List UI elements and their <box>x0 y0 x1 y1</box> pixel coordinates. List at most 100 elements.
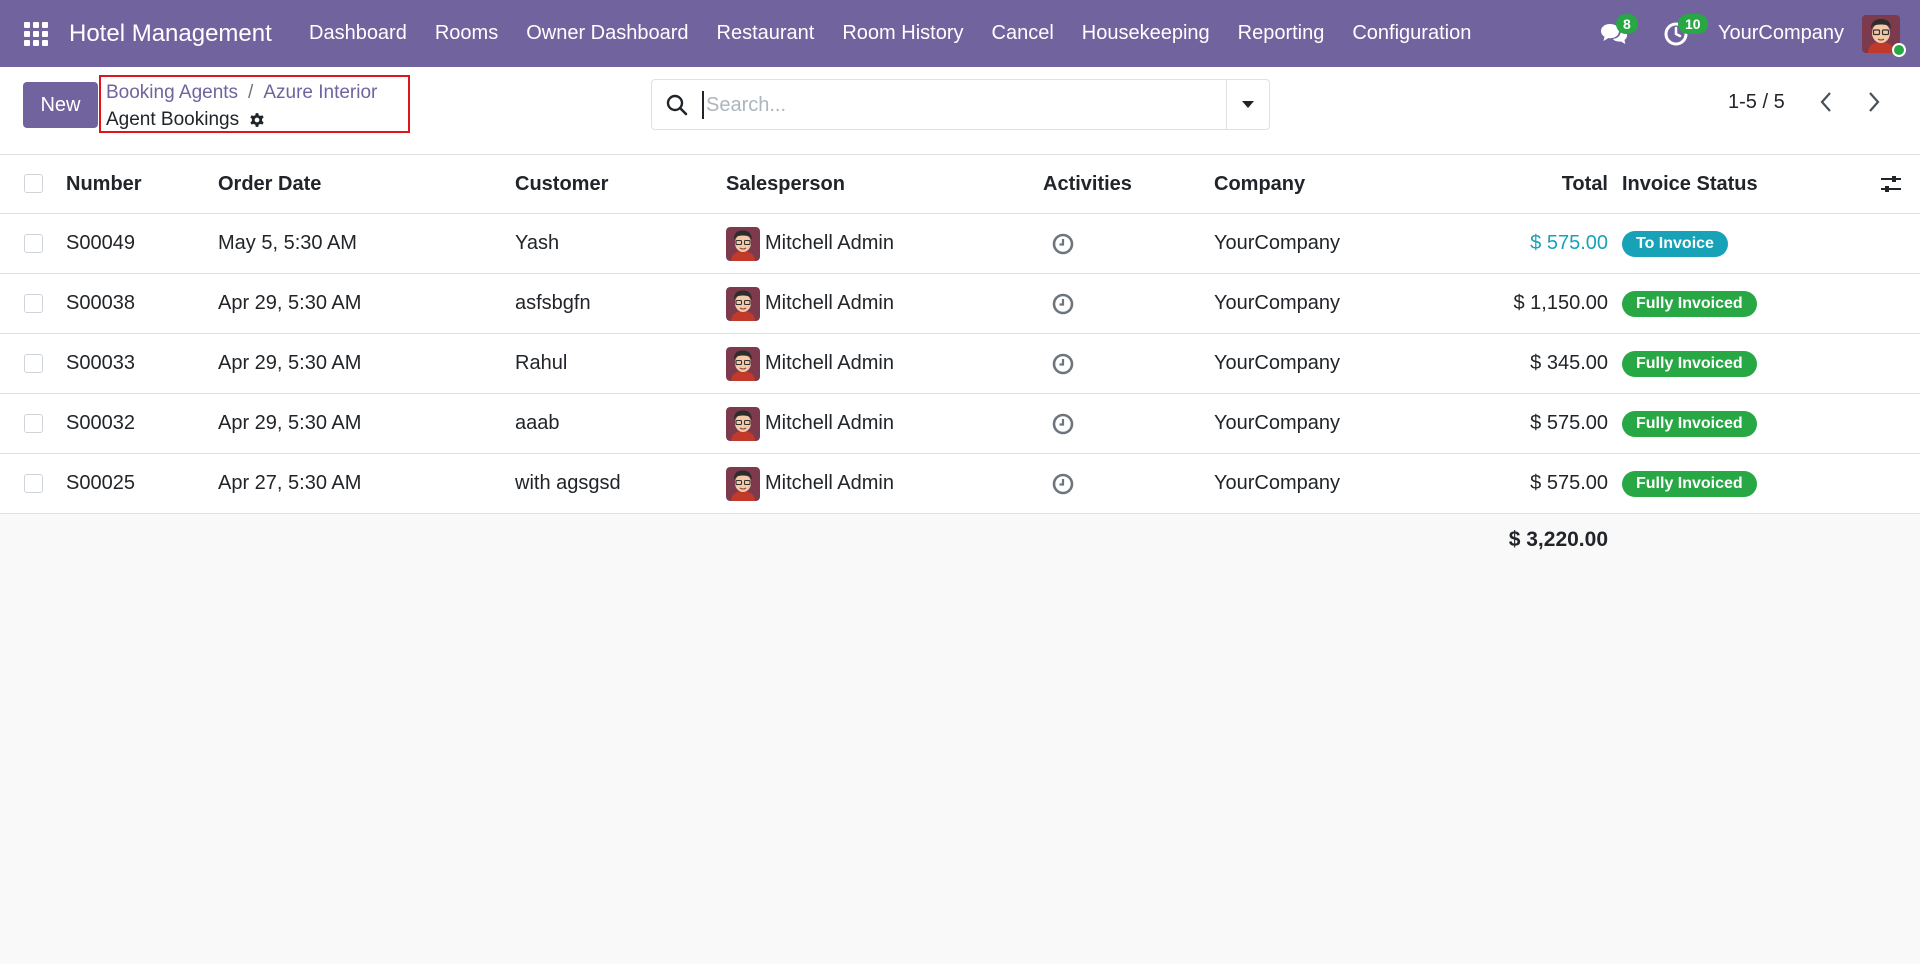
cell-salesperson: Mitchell Admin <box>726 334 894 393</box>
menu-item-rooms[interactable]: Rooms <box>421 0 512 67</box>
menu-item-dashboard[interactable]: Dashboard <box>295 0 421 67</box>
cell-salesperson: Mitchell Admin <box>726 394 894 453</box>
salesperson-avatar <box>726 406 760 441</box>
cell-total: $ 345.00 <box>1530 352 1608 374</box>
cell-number: S00025 <box>66 472 135 494</box>
column-header-order-date[interactable]: Order Date <box>218 155 321 213</box>
row-checkbox[interactable] <box>24 473 43 493</box>
activity-clock-icon[interactable] <box>1051 472 1075 496</box>
salesperson-avatar <box>726 346 760 381</box>
column-header-total[interactable]: Total <box>1562 155 1608 213</box>
column-header-customer[interactable]: Customer <box>515 155 608 213</box>
invoice-status-badge: Fully Invoiced <box>1622 290 1757 317</box>
chevron-right-icon <box>1869 92 1880 112</box>
cell-invoice-status: Fully Invoiced <box>1622 394 1757 453</box>
app-brand[interactable]: Hotel Management <box>69 20 272 48</box>
menu-item-cancel[interactable]: Cancel <box>978 0 1068 67</box>
cell-company: YourCompany <box>1214 472 1341 494</box>
breadcrumb: Booking Agents / Azure Interior Agent Book… <box>99 75 410 133</box>
sliders-icon <box>1881 176 1901 192</box>
row-checkbox[interactable] <box>24 413 43 433</box>
invoice-status-badge: Fully Invoiced <box>1622 470 1757 497</box>
pager-previous-button[interactable] <box>1811 87 1841 117</box>
table-row[interactable]: S00038 Apr 29, 5:30 AM asfsbgfn Mitchell… <box>0 274 1920 334</box>
menu-item-room-history[interactable]: Room History <box>828 0 977 67</box>
salesperson-name: Mitchell Admin <box>765 232 894 254</box>
activity-clock-icon[interactable] <box>1051 232 1075 256</box>
cell-number: S00038 <box>66 292 135 314</box>
menu-item-restaurant[interactable]: Restaurant <box>703 0 829 67</box>
company-switcher[interactable]: YourCompany <box>1718 22 1844 45</box>
row-checkbox[interactable] <box>24 233 43 253</box>
cell-order-date: Apr 27, 5:30 AM <box>218 472 362 494</box>
search-icon-wrap <box>652 80 702 129</box>
select-all-checkbox[interactable] <box>24 174 43 193</box>
column-header-salesperson[interactable]: Salesperson <box>726 155 845 213</box>
user-avatar[interactable] <box>1862 14 1906 57</box>
table-row[interactable]: S00049 May 5, 5:30 AM Yash Mitchell Admi… <box>0 214 1920 274</box>
cell-total: $ 575.00 <box>1530 412 1608 434</box>
table-row[interactable]: S00032 Apr 29, 5:30 AM aaab Mitchell Adm… <box>0 394 1920 454</box>
salesperson-avatar <box>726 226 760 261</box>
pager-next-button[interactable] <box>1859 87 1889 117</box>
main-menu: Dashboard Rooms Owner Dashboard Restaura… <box>295 0 1485 67</box>
search-options-toggle[interactable] <box>1226 80 1269 129</box>
menu-item-reporting[interactable]: Reporting <box>1224 0 1339 67</box>
cell-total: $ 575.00 <box>1530 232 1608 254</box>
column-header-activities[interactable]: Activities <box>1043 155 1132 213</box>
menu-item-owner-dashboard[interactable]: Owner Dashboard <box>512 0 702 67</box>
activity-clock-icon[interactable] <box>1051 292 1075 316</box>
salesperson-name: Mitchell Admin <box>765 352 894 374</box>
breadcrumb-azure-interior[interactable]: Azure Interior <box>263 82 377 103</box>
control-panel: New Booking Agents / Azure Interior Agent … <box>0 67 1920 155</box>
activity-clock-icon[interactable] <box>1051 352 1075 376</box>
cell-order-date: Apr 29, 5:30 AM <box>218 412 362 434</box>
cell-customer: with agsgsd <box>515 472 621 494</box>
cell-number: S00032 <box>66 412 135 434</box>
cell-invoice-status: Fully Invoiced <box>1622 334 1757 393</box>
cell-invoice-status: Fully Invoiced <box>1622 454 1757 513</box>
grand-total: $ 3,220.00 <box>1508 528 1608 551</box>
cell-customer: asfsbgfn <box>515 292 591 314</box>
cell-activities <box>1043 274 1075 333</box>
cell-salesperson: Mitchell Admin <box>726 274 894 333</box>
invoice-status-badge: Fully Invoiced <box>1622 350 1757 377</box>
pager-value[interactable]: 1-5 / 5 <box>1728 91 1785 114</box>
column-header-number[interactable]: Number <box>66 155 142 213</box>
apps-menu-icon[interactable] <box>22 20 50 48</box>
cell-total: $ 1,150.00 <box>1513 292 1608 314</box>
activities-button[interactable]: 10 <box>1656 13 1708 54</box>
search-input[interactable] <box>702 91 1226 119</box>
cell-order-date: May 5, 5:30 AM <box>218 232 357 254</box>
row-checkbox[interactable] <box>24 353 43 373</box>
cell-salesperson: Mitchell Admin <box>726 214 894 273</box>
column-header-invoice-status[interactable]: Invoice Status <box>1622 155 1758 213</box>
activity-clock-icon[interactable] <box>1051 412 1075 436</box>
bookings-table: Number Order Date Customer Salesperson A… <box>0 155 1920 569</box>
table-row[interactable]: S00025 Apr 27, 5:30 AM with agsgsd Mitch… <box>0 454 1920 514</box>
chevron-left-icon <box>1820 92 1831 112</box>
messages-button[interactable]: 8 <box>1594 13 1638 54</box>
search-box <box>651 79 1270 130</box>
cell-activities <box>1043 214 1075 273</box>
table-body: S00049 May 5, 5:30 AM Yash Mitchell Admi… <box>0 214 1920 514</box>
menu-item-configuration[interactable]: Configuration <box>1338 0 1485 67</box>
search-icon <box>666 94 688 115</box>
row-checkbox[interactable] <box>24 293 43 313</box>
column-header-company[interactable]: Company <box>1214 155 1305 213</box>
cell-activities <box>1043 454 1075 513</box>
invoice-status-badge: Fully Invoiced <box>1622 410 1757 437</box>
cell-order-date: Apr 29, 5:30 AM <box>218 292 362 314</box>
page-title-text: Agent Bookings <box>106 109 240 130</box>
menu-item-housekeeping[interactable]: Housekeeping <box>1068 0 1224 67</box>
table-row[interactable]: S00033 Apr 29, 5:30 AM Rahul Mitchell Ad… <box>0 334 1920 394</box>
gear-icon[interactable] <box>248 111 266 129</box>
cell-company: YourCompany <box>1214 232 1341 254</box>
cell-invoice-status: Fully Invoiced <box>1622 274 1757 333</box>
optional-columns-toggle[interactable] <box>1880 155 1902 213</box>
breadcrumb-booking-agents[interactable]: Booking Agents <box>106 82 238 103</box>
salesperson-name: Mitchell Admin <box>765 472 894 494</box>
breadcrumb-separator: / <box>248 82 254 103</box>
cell-salesperson: Mitchell Admin <box>726 454 894 513</box>
new-button[interactable]: New <box>23 82 98 128</box>
